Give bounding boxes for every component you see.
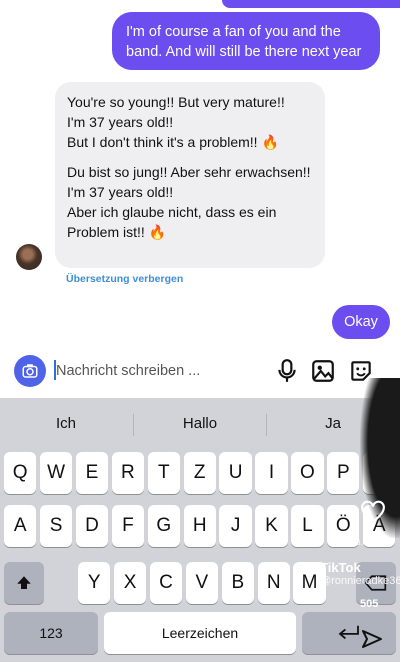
key-f[interactable]: F <box>111 505 145 547</box>
microphone-icon[interactable] <box>274 358 300 384</box>
message-input[interactable] <box>52 358 266 384</box>
suggestion-ich[interactable]: Ich <box>10 398 122 444</box>
return-icon <box>338 625 359 640</box>
suggestion-bar: Ich Hallo Ja <box>0 398 400 444</box>
outgoing-message[interactable]: I'm of course a fan of you and the band.… <box>112 0 400 70</box>
key-d[interactable]: D <box>75 505 109 547</box>
space-key[interactable]: Leerzeichen <box>104 612 296 654</box>
incoming-message[interactable]: You're so young!! But very mature!! I'm … <box>55 82 325 268</box>
key-e[interactable]: E <box>75 452 109 494</box>
key-o[interactable]: O <box>291 452 324 494</box>
watermark-logo-text: TikTok <box>320 560 361 575</box>
key-z[interactable]: Z <box>183 452 216 494</box>
camera-button[interactable] <box>14 355 46 387</box>
key-u[interactable]: U <box>219 452 252 494</box>
key-b[interactable]: B <box>221 562 254 604</box>
key-n[interactable]: N <box>257 562 290 604</box>
share-count: 505 <box>360 598 379 610</box>
key-y[interactable]: Y <box>78 562 111 604</box>
chat-thread: I'm of course a fan of you and the band.… <box>0 0 400 350</box>
hide-translation-link[interactable]: Übersetzung verbergen <box>66 273 183 285</box>
key-t[interactable]: T <box>147 452 180 494</box>
key-j[interactable]: J <box>219 505 252 547</box>
key-v[interactable]: V <box>185 562 219 604</box>
translation-line: Du bist so jung!! Aber sehr erwachsen!! <box>67 164 311 180</box>
sender-avatar[interactable] <box>16 244 42 270</box>
message-line: You're so young!! But very mature!! <box>67 94 285 110</box>
message-line: But I don't think it's a problem!! 🔥 <box>67 134 279 150</box>
key-ö[interactable]: Ö <box>327 505 360 547</box>
heart-icon[interactable] <box>360 500 386 524</box>
numbers-key[interactable]: 123 <box>4 612 98 654</box>
translation-line: I'm 37 years old!! <box>67 184 174 200</box>
text-caret <box>54 360 56 380</box>
translation-line: Aber ich glaube nicht, dass es ein Probl… <box>67 204 277 240</box>
tiktok-watermark: TikTok @ronnieradke36 <box>320 560 400 587</box>
key-w[interactable]: W <box>39 452 73 494</box>
key-a[interactable]: A <box>4 505 37 547</box>
key-c[interactable]: C <box>149 562 183 604</box>
send-arrow-icon[interactable] <box>360 627 384 651</box>
key-l[interactable]: L <box>291 505 324 547</box>
image-icon[interactable] <box>310 358 336 384</box>
key-q[interactable]: Q <box>4 452 37 494</box>
suggestion-divider <box>266 414 267 436</box>
onscreen-keyboard: Ich Hallo Ja QWERTZUIOPÜ ASDFGHJKLÖÄ YXC… <box>0 398 400 662</box>
message-composer <box>0 350 400 396</box>
key-x[interactable]: X <box>113 562 147 604</box>
message-line: I'm 37 years old!! <box>67 114 174 130</box>
like-count: 6.6M <box>356 538 374 547</box>
key-p[interactable]: P <box>327 452 360 494</box>
key-k[interactable]: K <box>255 505 288 547</box>
key-i[interactable]: I <box>255 452 288 494</box>
key-h[interactable]: H <box>183 505 216 547</box>
suggestion-hallo[interactable]: Hallo <box>144 398 256 444</box>
message-text: I'm of course a fan of you and the band.… <box>126 24 362 60</box>
camera-icon <box>22 364 38 378</box>
watermark-handle: @ronnieradke36 <box>320 575 400 587</box>
outgoing-message[interactable]: Okay <box>332 305 390 339</box>
key-s[interactable]: S <box>39 505 73 547</box>
key-r[interactable]: R <box>111 452 145 494</box>
shift-key[interactable] <box>4 562 44 604</box>
suggestion-divider <box>133 414 134 436</box>
shift-icon <box>17 576 31 589</box>
key-g[interactable]: G <box>147 505 180 547</box>
message-text: Okay <box>344 314 378 330</box>
